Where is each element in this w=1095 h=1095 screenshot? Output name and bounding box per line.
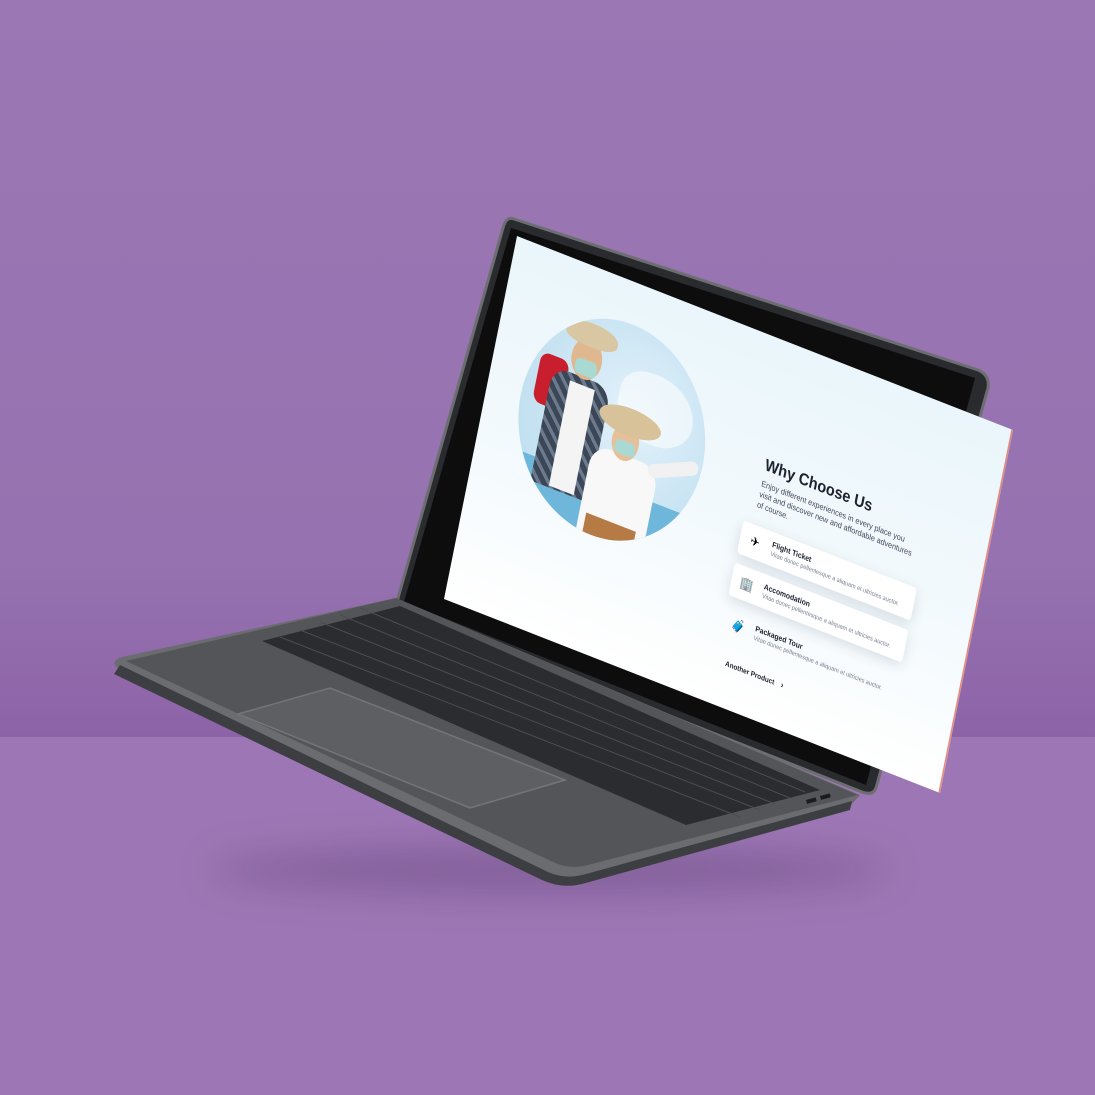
another-product-link[interactable]: Another Product › (724, 658, 785, 691)
traveler-woman-arm (647, 461, 700, 479)
chevron-right-icon: › (780, 679, 785, 691)
hotel-icon: 🏢 (738, 574, 755, 594)
luggage-icon: 🧳 (730, 616, 747, 636)
airplane-icon: ✈ (749, 532, 762, 551)
hero-image (499, 289, 724, 571)
another-product-label: Another Product (724, 658, 776, 687)
